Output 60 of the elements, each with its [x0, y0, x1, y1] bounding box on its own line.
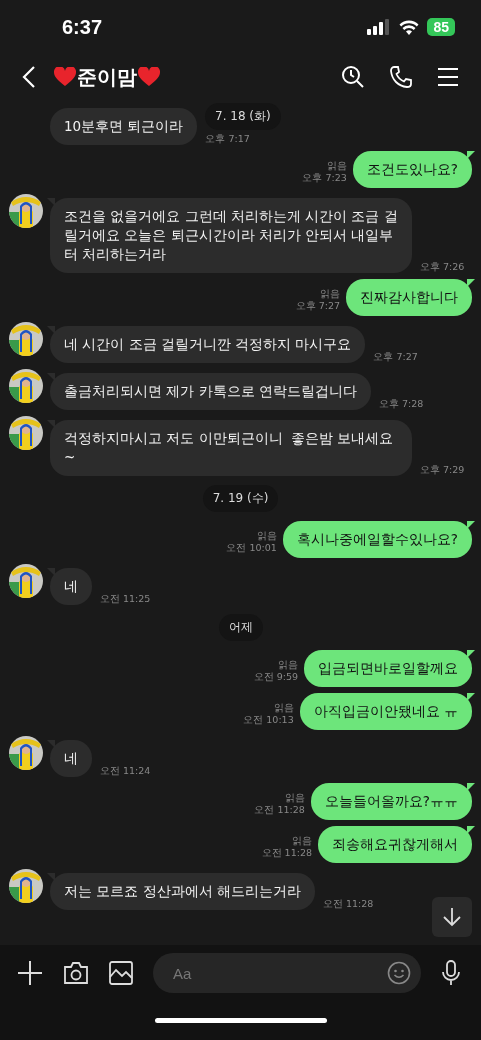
message-bubble: 걱정하지마시고 저도 이만퇴근이니 좋은밤 보내세요~	[50, 420, 412, 476]
message-bubble: 출금처리되시면 제가 카톡으로 연락드릴겁니다	[50, 373, 371, 410]
message-time: 오후 7:28	[378, 398, 424, 410]
read-label: 읽음	[292, 835, 312, 847]
message-time: 오전 11:25	[100, 593, 151, 605]
message-time: 오전 10:13	[243, 714, 294, 726]
message-bubble: 네	[50, 740, 92, 777]
read-label: 읽음	[320, 288, 340, 300]
message-input[interactable]: Aa	[171, 963, 387, 983]
back-icon[interactable]	[22, 65, 36, 89]
message-time: 오전 11:28	[254, 804, 305, 816]
message-bubble: 혹시나중에일할수있나요?	[282, 521, 472, 558]
message-time: 오후 7:17	[205, 133, 250, 145]
message-time: 오후 7:23	[302, 172, 347, 184]
scroll-down-button[interactable]	[432, 897, 472, 937]
read-label: 읽음	[326, 160, 347, 172]
input-field[interactable]: Aa	[153, 953, 421, 993]
arrow-down-icon	[442, 907, 462, 927]
message-bubble: 진짜감사합니다	[346, 279, 472, 316]
message-time: 오후 7:26	[420, 261, 465, 273]
message-time: 오전 11:28	[322, 898, 374, 910]
message-bubble: 오늘들어올까요?ㅠㅠ	[310, 783, 472, 820]
plus-icon[interactable]	[17, 960, 43, 986]
phone-icon[interactable]	[389, 65, 413, 89]
microphone-icon[interactable]	[441, 960, 461, 986]
wifi-icon	[399, 19, 420, 35]
battery-level: 85	[427, 18, 455, 36]
search-icon[interactable]	[341, 65, 365, 89]
message-time: 오전 9:59	[253, 671, 298, 683]
date-label: 7. 19 (수)	[202, 485, 279, 512]
message-bubble: 네	[50, 568, 92, 605]
read-label: 읽음	[256, 530, 277, 542]
heart-icon	[54, 67, 76, 87]
message-bubble: 조건도있나요?	[352, 151, 472, 188]
message-bubble: 죄송해요귀찮게해서	[318, 826, 472, 863]
read-label: 읽음	[278, 659, 298, 671]
status-time: 6:37	[62, 15, 103, 39]
message-time: 오후 7:29	[420, 464, 465, 476]
message-time: 오전 11:24	[100, 765, 151, 777]
message-bubble: 10분후면 퇴근이라	[50, 108, 198, 145]
message-bubble: 네 시간이 조금 걸릴거니깐 걱정하지 마시구요	[50, 326, 366, 363]
message-time: 오전 10:01	[226, 542, 277, 554]
read-label: 읽음	[284, 792, 305, 804]
emoji-icon[interactable]	[387, 961, 411, 985]
message-bubble: 입금되면바로일할께요	[304, 650, 472, 687]
signal-icon	[367, 19, 392, 35]
message-time: 오전 11:28	[261, 847, 312, 859]
heart-icon	[138, 67, 160, 87]
date-label: 7. 18 (화)	[205, 103, 281, 130]
message-time: 오후 7:27	[373, 351, 418, 363]
image-icon[interactable]	[109, 961, 133, 985]
read-label: 읽음	[273, 702, 294, 714]
camera-icon[interactable]	[63, 961, 89, 985]
menu-icon[interactable]	[437, 67, 459, 87]
chat-title: 준이맘	[77, 63, 137, 91]
message-bubble: 아직입금이안됐네요 ㅠ	[299, 693, 472, 730]
date-label: 어제	[218, 614, 263, 641]
message-bubble: 저는 모르죠 정산과에서 해드리는거라	[50, 873, 315, 910]
message-time: 오후 7:27	[295, 300, 340, 312]
message-bubble: 조건을 없을거에요 그런데 처리하는게 시간이 조금 걸릴거에요 오늘은 퇴근시간이라 처리가 안되서 내일부터 처리하는거라	[50, 198, 412, 273]
